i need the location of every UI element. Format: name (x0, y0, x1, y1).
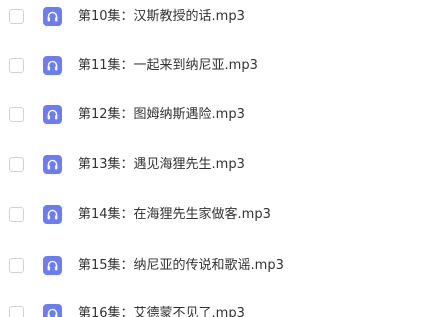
headphones-icon (43, 105, 62, 124)
list-item[interactable]: 第16集：艾德蒙不见了.mp3 (0, 294, 421, 317)
list-item[interactable]: 第13集：遇见海狸先生.mp3 (0, 145, 421, 185)
file-name[interactable]: 第15集：纳尼亚的传说和歌谣.mp3 (78, 256, 284, 276)
row-checkbox[interactable] (9, 9, 24, 24)
headphones-icon (43, 205, 62, 224)
row-checkbox[interactable] (9, 306, 24, 317)
row-checkbox[interactable] (9, 207, 24, 222)
row-checkbox[interactable] (9, 157, 24, 172)
headphones-icon (43, 304, 62, 317)
headphones-icon (43, 7, 62, 26)
file-name[interactable]: 第14集：在海狸先生家做客.mp3 (78, 205, 271, 225)
list-item[interactable]: 第12集：图姆纳斯遇险.mp3 (0, 95, 421, 135)
file-name[interactable]: 第11集：一起来到纳尼亚.mp3 (78, 56, 258, 76)
list-item[interactable]: 第14集：在海狸先生家做客.mp3 (0, 195, 421, 235)
list-item[interactable]: 第15集：纳尼亚的传说和歌谣.mp3 (0, 246, 421, 286)
headphones-icon (43, 155, 62, 174)
row-checkbox[interactable] (9, 107, 24, 122)
file-name[interactable]: 第10集：汉斯教授的话.mp3 (78, 7, 245, 27)
row-checkbox[interactable] (9, 258, 24, 273)
file-list: 第10集：汉斯教授的话.mp3 第11集：一起来到纳尼亚.mp3 第12集：图姆… (0, 0, 421, 317)
list-item[interactable]: 第11集：一起来到纳尼亚.mp3 (0, 46, 421, 86)
headphones-icon (43, 56, 62, 75)
file-name[interactable]: 第12集：图姆纳斯遇险.mp3 (78, 105, 245, 125)
file-name[interactable]: 第16集：艾德蒙不见了.mp3 (78, 304, 245, 317)
row-checkbox[interactable] (9, 58, 24, 73)
headphones-icon (43, 256, 62, 275)
file-name[interactable]: 第13集：遇见海狸先生.mp3 (78, 155, 245, 175)
list-item[interactable]: 第10集：汉斯教授的话.mp3 (0, 0, 421, 37)
